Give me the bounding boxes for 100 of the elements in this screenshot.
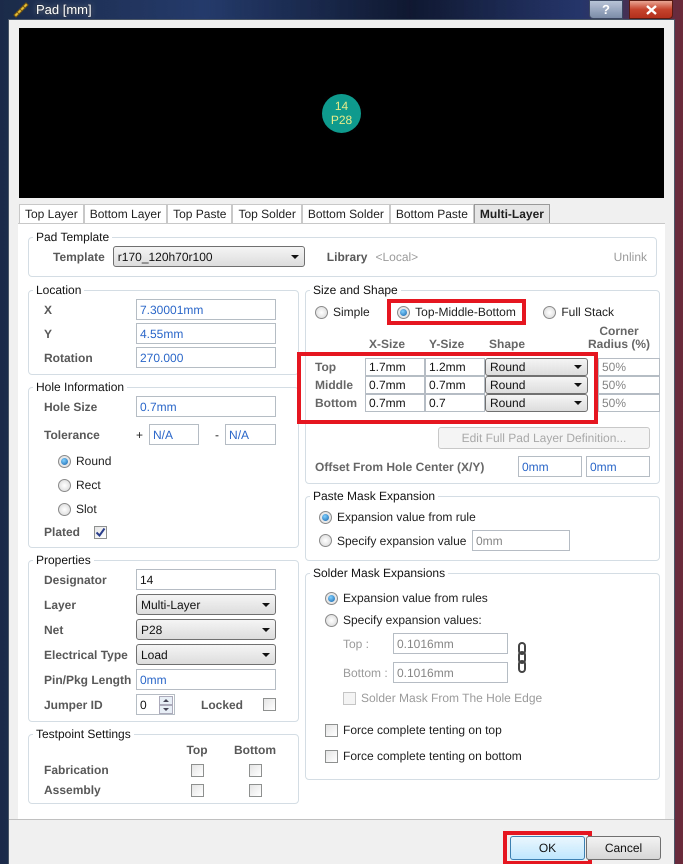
text-field[interactable]: 4.55mm <box>136 323 276 344</box>
radio-button[interactable] <box>319 510 332 524</box>
field-label: X <box>44 302 54 316</box>
column-header: Top <box>186 743 208 757</box>
row-label: Top <box>315 360 338 374</box>
checkbox[interactable] <box>248 784 262 796</box>
group-title: Location <box>36 283 82 297</box>
tab[interactable]: Bottom Paste <box>390 204 474 223</box>
option-label[interactable]: Specify expansion values: <box>343 613 482 627</box>
checkbox[interactable] <box>325 750 338 762</box>
radio-button[interactable] <box>325 614 338 626</box>
field-label: Net <box>44 622 64 636</box>
radio-button[interactable] <box>58 478 71 492</box>
radio-button[interactable] <box>58 454 71 468</box>
tab[interactable]: Multi-Layer <box>474 204 550 223</box>
column-header: Corner Radius (%) <box>588 325 650 351</box>
group-title: Testpoint Settings <box>36 727 131 741</box>
text-field[interactable]: 7.30001mm <box>136 299 276 320</box>
text-field[interactable]: 0mm <box>136 669 276 690</box>
x-size-field[interactable]: 1.7mm <box>365 358 425 376</box>
dropdown[interactable]: Multi-Layer <box>136 594 276 615</box>
radio-button[interactable] <box>325 592 338 604</box>
field-label: Library <box>326 250 368 264</box>
dropdown[interactable]: Round <box>485 394 588 412</box>
row-label: Bottom <box>315 396 358 410</box>
dropdown[interactable]: P28 <box>136 619 276 640</box>
checkbox[interactable] <box>263 698 276 711</box>
option-label[interactable]: Simple <box>333 305 370 319</box>
field-label: Bottom : <box>343 666 389 680</box>
option-label[interactable]: Force complete tenting on top <box>343 723 502 737</box>
checkbox[interactable] <box>190 764 204 776</box>
close-button[interactable] <box>629 0 673 19</box>
option-label[interactable]: Round <box>76 454 112 468</box>
checkbox[interactable] <box>94 526 108 538</box>
option-label[interactable]: Specify expansion value <box>337 534 466 548</box>
checkbox[interactable] <box>248 764 262 776</box>
library-value: <Local> <box>375 250 418 264</box>
option-label[interactable]: Full Stack <box>561 305 614 319</box>
text-field[interactable]: 0mm <box>518 456 582 477</box>
ok-button[interactable]: OK <box>510 836 585 860</box>
dropdown[interactable]: Load <box>136 644 276 665</box>
field-label: Fabrication <box>44 763 109 777</box>
text-field[interactable]: 270.000 <box>136 347 276 368</box>
group-title: Properties <box>36 553 91 567</box>
option-label[interactable]: Top-Middle-Bottom <box>415 305 516 319</box>
text-field[interactable]: N/A <box>149 424 200 445</box>
column-header: Bottom <box>234 743 276 757</box>
radio-button[interactable] <box>58 502 71 516</box>
caret-icon <box>262 602 270 606</box>
tab[interactable]: Bottom Layer <box>84 204 168 223</box>
text-field[interactable]: N/A <box>225 424 276 445</box>
y-size-field[interactable]: 1.2mm <box>425 358 485 376</box>
dropdown[interactable]: Round <box>485 376 588 394</box>
corner-radius-field[interactable]: 50% <box>598 394 660 412</box>
corner-radius-field[interactable]: 50% <box>598 358 660 376</box>
checkbox[interactable] <box>325 724 338 736</box>
field-label: Tolerance <box>44 428 101 442</box>
text-field[interactable]: 0mm <box>472 530 570 551</box>
radio-button[interactable] <box>315 306 328 318</box>
column-header: Shape <box>488 337 526 351</box>
field-label: Jumper ID <box>44 698 104 712</box>
text-field[interactable]: 0mm <box>586 456 650 477</box>
text-field[interactable]: 0.7mm <box>136 396 276 417</box>
corner-radius-field[interactable]: 50% <box>598 376 660 394</box>
option-label[interactable]: Expansion value from rules <box>343 591 488 605</box>
field-label: Assembly <box>44 783 101 797</box>
y-size-field[interactable]: 0.7mm <box>425 376 485 394</box>
caret-icon <box>262 628 270 632</box>
option-label[interactable]: Slot <box>76 502 97 516</box>
group-title: Solder Mask Expansions <box>313 566 446 580</box>
option-label[interactable]: Rect <box>76 478 101 492</box>
number-spinner[interactable]: 0 <box>136 694 175 715</box>
group-title: Paste Mask Expansion <box>313 489 436 503</box>
group-title: Hole Information <box>36 380 124 394</box>
caret-icon <box>262 652 270 656</box>
radio-button[interactable] <box>543 306 556 318</box>
field-label: Top : <box>343 636 370 650</box>
radio-button[interactable] <box>397 306 410 318</box>
tab[interactable]: Top Paste <box>167 204 232 223</box>
ruler-icon <box>12 0 30 18</box>
chain-icon[interactable] <box>516 642 528 674</box>
tab[interactable]: Top Layer <box>19 204 84 223</box>
checkbox[interactable] <box>190 784 204 796</box>
cancel-button[interactable]: Cancel <box>586 836 661 860</box>
x-size-field[interactable]: 0.7mm <box>365 394 425 412</box>
text-field[interactable]: 14 <box>136 569 276 590</box>
option-label[interactable]: Expansion value from rule <box>337 510 476 524</box>
spin-arrows-icon[interactable] <box>158 696 173 714</box>
caret-icon <box>574 365 582 369</box>
dropdown[interactable]: r170_120h70r100 <box>112 246 305 267</box>
radio-button[interactable] <box>319 534 332 547</box>
field-label: Plated <box>44 525 80 539</box>
tab[interactable]: Top Solder <box>232 204 302 223</box>
tab[interactable]: Bottom Solder <box>302 204 390 223</box>
dropdown[interactable]: Round <box>485 358 588 376</box>
caret-icon <box>574 383 582 387</box>
y-size-field[interactable]: 0.7 <box>425 394 485 412</box>
option-label[interactable]: Force complete tenting on bottom <box>343 749 522 763</box>
field-label: Y <box>44 326 54 340</box>
x-size-field[interactable]: 0.7mm <box>365 376 425 394</box>
